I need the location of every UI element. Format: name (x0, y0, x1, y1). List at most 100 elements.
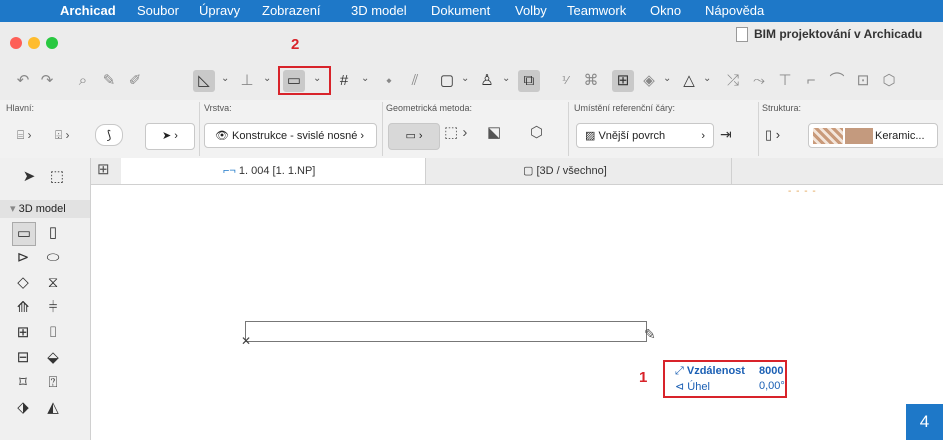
tab-floor-plan[interactable]: ⌐¬ 1. 004 [1. 1.NP] (121, 158, 426, 184)
hlavni-label: Hlavní: (6, 103, 35, 113)
reference-line-value: Vnější povrch (598, 130, 666, 142)
floor-plan-canvas[interactable]: - - - - ✕ ✎ 1 ⤢ Vzdálenost 8000 ⊲ Úhel 0… (91, 185, 943, 440)
material-dropdown[interactable]: Keramic... (808, 123, 938, 148)
reference-line-dropdown[interactable]: ▨ Vnější povrch › (576, 123, 714, 148)
stair-tool-icon[interactable]: ⟰ (12, 297, 34, 319)
angle-row[interactable]: ⊲ Úhel 0,00° (675, 380, 785, 393)
pencil-icon[interactable]: ⫽ (404, 70, 426, 92)
menu-volby[interactable]: Volby (515, 3, 547, 18)
tab-3d-view[interactable]: ▢ [3D / všechno] (427, 158, 732, 184)
object-tool-icon[interactable]: ⌑ (12, 372, 34, 394)
skylight-tool-icon[interactable]: ⬙ (42, 347, 64, 369)
window-tool-icon[interactable]: ⊟ (12, 347, 34, 369)
hatch-icon: ▨ (585, 130, 596, 142)
arrow-tool-button[interactable]: ➤ › (145, 123, 195, 150)
reference-line-label: Umístění referenční čáry: (574, 103, 676, 113)
geometry-polygon-icon[interactable]: ⬡ (530, 123, 543, 141)
chevron-down-icon[interactable]: ⌄ (502, 73, 510, 84)
slab-tool-icon[interactable]: ⬭ (42, 247, 64, 269)
structure-type-icon[interactable]: ▯ › (765, 127, 780, 143)
menu-dokument[interactable]: Dokument (431, 3, 490, 18)
roof-tool-icon[interactable]: ◇ (12, 272, 34, 294)
corner-icon[interactable]: ⌐ (800, 70, 822, 92)
chevron-down-icon[interactable]: ⌄ (663, 73, 671, 84)
dimension-icon[interactable]: ⧉ (518, 70, 540, 92)
element-settings-icon[interactable]: ⌸ › (17, 123, 32, 148)
angle-value[interactable]: 0,00° (759, 380, 785, 392)
beam-tool-icon[interactable]: ⊳ (12, 247, 34, 269)
shell-tool-icon[interactable]: ⧖ (42, 272, 64, 294)
curtain-wall-icon[interactable]: ⊞ (12, 322, 34, 344)
zone-tool-icon[interactable]: ⬗ (12, 397, 34, 419)
fillet-icon[interactable]: ⌒ (826, 70, 848, 92)
wall-tool-icon[interactable]: ▭ (12, 222, 36, 246)
person-icon[interactable]: ♙ (476, 70, 498, 92)
menu-3d-model[interactable]: 3D model (351, 3, 407, 18)
guide-lines-icon[interactable]: ⊥ (236, 70, 258, 92)
chevron-down-icon[interactable]: ⌄ (703, 73, 711, 84)
3d-view-icon[interactable]: ◈ (638, 70, 660, 92)
snap-guide-icon[interactable]: ◺ (193, 70, 215, 92)
minimize-window-button[interactable] (28, 37, 40, 49)
vrstva-label: Vrstva: (204, 103, 232, 113)
scale-icon[interactable]: ⅟ (554, 70, 576, 92)
chevron-down-icon[interactable]: ⌄ (221, 73, 229, 84)
adjust-icon[interactable]: ⊡ (852, 70, 874, 92)
surface-icon[interactable]: ⬩ (378, 70, 400, 92)
chevron-down-icon[interactable]: ⌄ (313, 73, 321, 84)
explode-icon[interactable]: ⤮ (722, 70, 744, 92)
flip-direction-icon[interactable]: ⇥ (720, 126, 732, 143)
tracker-box[interactable]: ⤢ Vzdálenost 8000 ⊲ Úhel 0,00° (663, 360, 787, 398)
lamp-tool-icon[interactable]: ⍰ (42, 372, 64, 394)
close-window-button[interactable] (10, 37, 22, 49)
merge-icon[interactable]: ⌘ (580, 70, 602, 92)
geometry-slanted-icon[interactable]: ⬕ (487, 123, 501, 141)
zoom-window-button[interactable] (46, 37, 58, 49)
morph-tool-icon[interactable]: ◭ (42, 397, 64, 419)
menu-soubor[interactable]: Soubor (137, 3, 179, 18)
extrude-icon[interactable]: ⬡ (878, 70, 900, 92)
geometry-straight-button[interactable]: ▭ › (388, 123, 440, 150)
wall-preview (245, 321, 647, 342)
railing-tool-icon[interactable]: ⫩ (42, 297, 64, 319)
chevron-down-icon[interactable]: ⌄ (361, 73, 369, 84)
menu-zobrazeni[interactable]: Zobrazení (262, 3, 321, 18)
redo-icon[interactable]: ↷ (36, 70, 58, 92)
undo-icon[interactable]: ↶ (12, 70, 34, 92)
column-tool-icon[interactable]: ▯ (42, 222, 64, 244)
eyedropper-icon[interactable]: ✎ (98, 70, 120, 92)
offset-icon[interactable]: ⤳ (748, 70, 770, 92)
distance-row[interactable]: ⤢ Vzdálenost 8000 (675, 365, 783, 378)
favorites-icon[interactable]: ⌹ › (55, 123, 70, 148)
callout-number-1: 1 (639, 369, 648, 386)
arrow-select-icon[interactable]: ➤ (18, 166, 40, 188)
menu-napoveda[interactable]: Nápověda (705, 3, 764, 18)
select-frame-icon[interactable]: ⊞ (612, 70, 634, 92)
toolbox-section-header[interactable]: ▾ 3D model (0, 200, 90, 218)
distance-label: Vzdálenost (686, 365, 745, 377)
split-icon[interactable]: ⊤ (774, 70, 796, 92)
tracker-icon[interactable]: ▭ (283, 70, 305, 92)
geometry-trapezoid-icon[interactable]: ⬚ › (444, 123, 467, 141)
magic-wand-icon[interactable]: ⟆ (95, 124, 123, 146)
divider (199, 102, 200, 156)
menu-teamwork[interactable]: Teamwork (567, 3, 626, 18)
marquee-icon[interactable]: ⬚ (46, 166, 68, 188)
menu-app-name[interactable]: Archicad (60, 3, 116, 18)
chevron-down-icon[interactable]: ⌄ (461, 73, 469, 84)
door-tool-icon[interactable]: ⌷ (42, 322, 64, 344)
distance-value[interactable]: 8000 (759, 365, 783, 377)
chevron-down-icon[interactable]: ⌄ (263, 73, 271, 84)
menu-upravy[interactable]: Úpravy (199, 3, 240, 18)
tab-floor-plan-label: 1. 004 [1. 1.NP] (238, 165, 316, 177)
grid-snap-icon[interactable]: # (333, 70, 355, 92)
pick-up-icon[interactable]: ⌕ (72, 70, 94, 92)
layer-box-icon[interactable]: ▢ (436, 70, 458, 92)
triangle-icon[interactable]: △ (678, 70, 700, 92)
layer-dropdown[interactable]: 👁 Konstrukce - svislé nosné › (204, 123, 377, 148)
divider (758, 102, 759, 156)
menu-okno[interactable]: Okno (650, 3, 681, 18)
tab-overview-icon[interactable]: ⊞ (97, 160, 110, 178)
tab-3d-label: [3D / všechno] (536, 165, 607, 177)
inject-icon[interactable]: ✐ (124, 70, 146, 92)
